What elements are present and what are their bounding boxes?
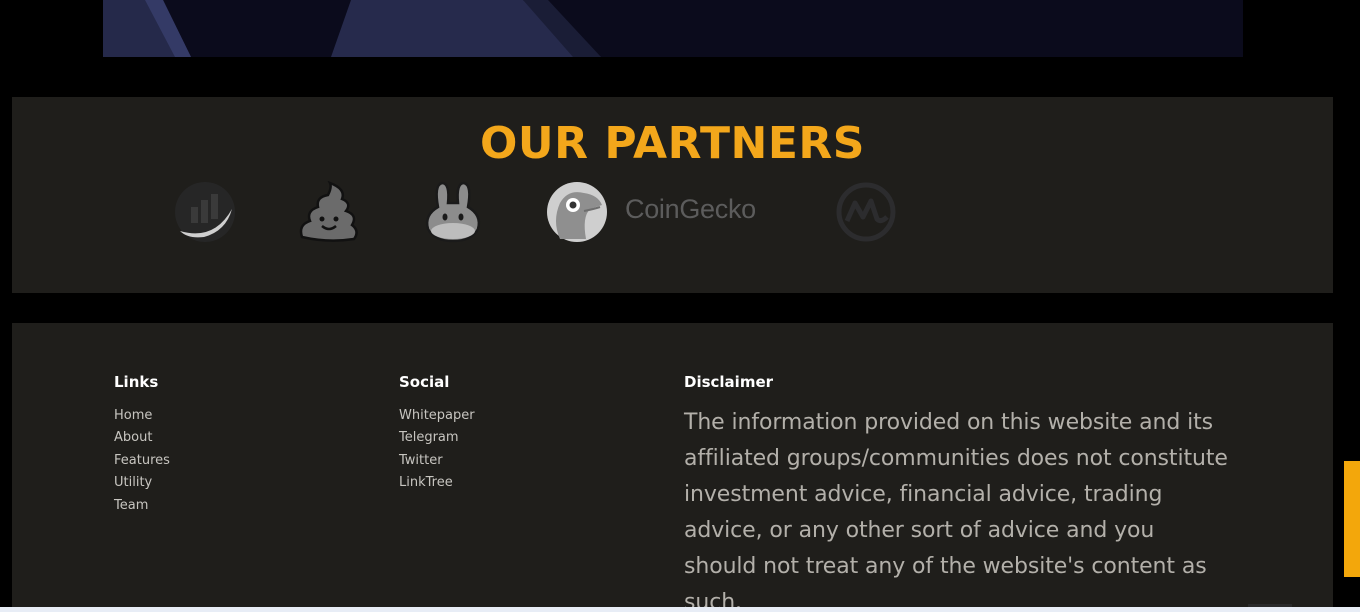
partner-poocoin-link[interactable] bbox=[298, 181, 360, 243]
footer-link-features[interactable]: Features bbox=[114, 453, 170, 468]
footer-link-utility[interactable]: Utility bbox=[114, 475, 152, 490]
coingecko-wordmark: CoinGecko bbox=[625, 194, 756, 224]
footer-link-telegram[interactable]: Telegram bbox=[399, 430, 459, 445]
partner-pancakeswap-link[interactable] bbox=[422, 181, 484, 243]
footer-link-twitter[interactable]: Twitter bbox=[399, 453, 443, 468]
social-list: Whitepaper Telegram Twitter LinkTree bbox=[399, 405, 475, 495]
footer-link-whitepaper[interactable]: Whitepaper bbox=[399, 408, 475, 423]
disclaimer-text: The information provided on this website… bbox=[684, 410, 1228, 612]
partners-title: OUR PARTNERS bbox=[480, 118, 865, 169]
pancakeswap-icon bbox=[425, 181, 481, 243]
list-item: Whitepaper bbox=[399, 405, 475, 427]
list-item: LinkTree bbox=[399, 472, 475, 494]
footer-link-home[interactable]: Home bbox=[114, 408, 152, 423]
list-item: Team bbox=[114, 495, 170, 517]
hero-artwork bbox=[103, 0, 1243, 57]
footer-link-linktree[interactable]: LinkTree bbox=[399, 475, 453, 490]
disclaimer-column-title: Disclaimer bbox=[684, 373, 774, 391]
list-item: Utility bbox=[114, 472, 170, 494]
links-column-title: Links bbox=[114, 373, 159, 391]
coinmarketcap-icon bbox=[836, 182, 896, 242]
list-item: About bbox=[114, 427, 170, 449]
social-column-title: Social bbox=[399, 373, 450, 391]
list-item: Home bbox=[114, 405, 170, 427]
partner-coinmarketcap-link[interactable] bbox=[835, 181, 897, 243]
bottom-strip bbox=[0, 607, 1360, 612]
bottom-stub bbox=[1248, 604, 1292, 607]
partner-coingecko-link[interactable] bbox=[546, 181, 608, 243]
dextools-icon bbox=[175, 182, 235, 242]
footer-link-team[interactable]: Team bbox=[114, 498, 148, 513]
links-list: Home About Features Utility Team bbox=[114, 405, 170, 517]
hero-image bbox=[103, 0, 1243, 57]
side-tab-button[interactable] bbox=[1344, 461, 1360, 577]
coingecko-icon bbox=[547, 182, 607, 242]
footer-link-about[interactable]: About bbox=[114, 430, 152, 445]
partner-dextools-link[interactable] bbox=[174, 181, 236, 243]
poocoin-icon bbox=[299, 181, 358, 242]
page: OUR PARTNERS CoinGecko Links Home About … bbox=[0, 0, 1360, 612]
list-item: Telegram bbox=[399, 427, 475, 449]
list-item: Twitter bbox=[399, 450, 475, 472]
list-item: Features bbox=[114, 450, 170, 472]
